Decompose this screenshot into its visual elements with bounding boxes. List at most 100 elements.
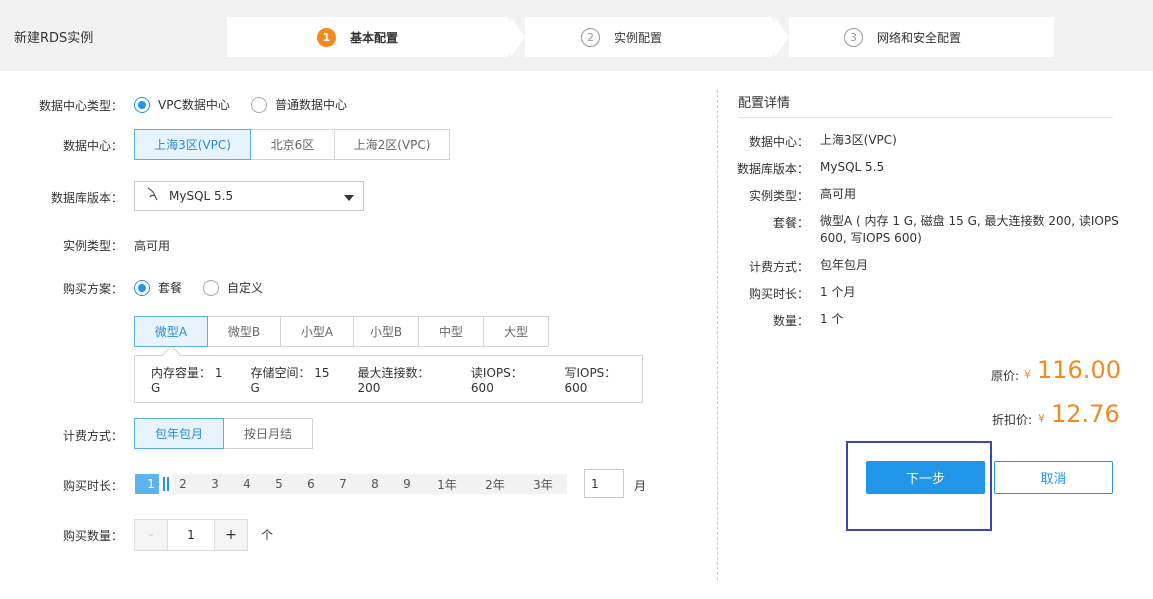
- decrement-button[interactable]: -: [134, 519, 168, 551]
- package-option[interactable]: 小型A: [280, 316, 354, 347]
- package-option[interactable]: 小型B: [353, 316, 419, 347]
- radio-circle: [134, 96, 150, 113]
- summary-key: 数量：: [772, 314, 809, 328]
- duration-tick[interactable]: 5: [263, 474, 295, 494]
- spec-storage: 存储空间： 15 G: [250, 365, 330, 395]
- slider-handle[interactable]: [159, 472, 173, 496]
- summary-divider: [738, 117, 1113, 118]
- summary-value: 1 个: [820, 312, 844, 326]
- increment-button[interactable]: +: [214, 519, 248, 551]
- chevron-down-icon: [344, 195, 354, 201]
- quantity-unit: 个: [261, 528, 274, 542]
- spec-write-iops: 写IOPS： 600: [564, 365, 617, 395]
- duration-unit: 月: [634, 479, 647, 493]
- summary-value: 1 个月: [820, 285, 856, 299]
- step-label: 基本配置: [350, 30, 399, 45]
- summary-key: 购买时长：: [748, 287, 809, 301]
- quantity-label: 购买数量：: [62, 529, 123, 543]
- step-number: 2: [581, 27, 600, 47]
- radio-circle: [134, 279, 150, 296]
- duration-tick[interactable]: 8: [359, 474, 391, 494]
- radio-circle: [251, 96, 267, 113]
- original-price-value: 116.00: [1037, 356, 1121, 384]
- page-title: 新建RDS实例: [14, 31, 94, 46]
- dc-option-shanghai2[interactable]: 上海2区(VPC): [334, 129, 450, 160]
- radio-label: 普通数据中心: [275, 98, 348, 112]
- summary-key: 数据库版本：: [737, 162, 810, 176]
- dc-option-shanghai3[interactable]: 上海3区(VPC): [134, 129, 251, 160]
- duration-tick[interactable]: 3年: [519, 474, 567, 494]
- db-version-select[interactable]: MySQL 5.5: [134, 181, 364, 211]
- db-version-value: MySQL 5.5: [169, 189, 234, 203]
- step-number: 3: [844, 27, 863, 47]
- discount-price-currency: ¥: [1038, 412, 1045, 425]
- instance-type-value: 高可用: [134, 239, 171, 253]
- next-step-button[interactable]: 下一步: [866, 461, 985, 494]
- db-version-label: 数据库版本：: [50, 191, 123, 205]
- dc-selector: 上海3区(VPC) 北京6区 上海2区(VPC): [134, 129, 450, 160]
- mysql-dolphin-icon: [145, 186, 161, 206]
- radio-package[interactable]: 套餐: [134, 279, 182, 296]
- duration-label: 购买时长：: [62, 479, 123, 493]
- package-selector: 微型A 微型B 小型A 小型B 中型 大型: [134, 316, 549, 347]
- package-option[interactable]: 中型: [418, 316, 484, 347]
- package-option[interactable]: 大型: [483, 316, 549, 347]
- instance-type-label: 实例类型：: [62, 239, 123, 253]
- duration-tick[interactable]: 6: [295, 474, 327, 494]
- step-indicator: 1 基本配置 2 实例配置 3 网络和安全配置: [227, 17, 1054, 57]
- header-bar: 新建RDS实例 1 基本配置 2 实例配置 3 网络和安全配置: [0, 0, 1153, 71]
- original-price-label: 原价:: [991, 369, 1020, 383]
- original-price-currency: ¥: [1024, 368, 1031, 381]
- duration-input[interactable]: 1: [584, 469, 624, 498]
- duration-tick[interactable]: 9: [391, 474, 423, 494]
- radio-label: VPC数据中心: [158, 98, 230, 112]
- radio-circle: [203, 279, 219, 296]
- duration-slider[interactable]: 1 2 3 4 5 6 7 8 9 1年 2年 3年: [135, 472, 567, 496]
- package-option[interactable]: 微型B: [207, 316, 281, 347]
- billing-selector: 包年包月 按日月结: [134, 418, 313, 449]
- duration-tick[interactable]: 2年: [471, 474, 519, 494]
- duration-tick[interactable]: 3: [199, 474, 231, 494]
- panel-divider: [717, 90, 718, 580]
- cancel-button[interactable]: 取消: [994, 461, 1113, 494]
- quantity-stepper: - 1 +: [134, 519, 248, 551]
- radio-normal-dc[interactable]: 普通数据中心: [251, 96, 347, 113]
- step-number: 1: [317, 27, 336, 47]
- summary-value: MySQL 5.5: [820, 160, 885, 174]
- summary-value: 包年包月: [820, 258, 869, 272]
- plan-label: 购买方案：: [62, 282, 123, 296]
- package-spec-box: 内存容量： 1 G 存储空间： 15 G 最大连接数： 200 读IOPS： 6…: [134, 355, 643, 403]
- summary-value: 高可用: [820, 187, 857, 201]
- radio-label: 自定义: [227, 281, 264, 295]
- radio-vpc-dc[interactable]: VPC数据中心: [134, 96, 230, 113]
- step-notch: [775, 17, 789, 57]
- summary-key: 套餐：: [772, 216, 809, 230]
- summary-title: 配置详情: [738, 96, 791, 111]
- billing-option-annual[interactable]: 包年包月: [134, 418, 224, 449]
- summary-value: 上海3区(VPC): [820, 133, 897, 147]
- radio-custom[interactable]: 自定义: [203, 279, 263, 296]
- billing-option-daily[interactable]: 按日月结: [223, 418, 313, 449]
- summary-key: 实例类型：: [748, 189, 809, 203]
- duration-tick[interactable]: 7: [327, 474, 359, 494]
- radio-label: 套餐: [158, 281, 183, 295]
- spec-read-iops: 读IOPS： 600: [470, 365, 523, 395]
- package-option[interactable]: 微型A: [134, 316, 208, 347]
- discount-price-label: 折扣价:: [992, 413, 1033, 427]
- quantity-input[interactable]: 1: [168, 519, 214, 551]
- billing-label: 计费方式：: [62, 429, 123, 443]
- discount-price-value: 12.76: [1051, 400, 1120, 428]
- step-instance-config[interactable]: 2 实例配置: [511, 17, 771, 57]
- dc-type-label: 数据中心类型：: [38, 99, 123, 113]
- duration-tick[interactable]: 4: [231, 474, 263, 494]
- step-network-security[interactable]: 3 网络和安全配置: [775, 17, 1054, 57]
- summary-key: 计费方式：: [748, 260, 809, 274]
- step-label: 实例配置: [614, 30, 663, 45]
- step-label: 网络和安全配置: [877, 30, 962, 45]
- step-basic-config[interactable]: 1 基本配置: [227, 17, 507, 57]
- spec-max-conn: 最大连接数： 200: [357, 365, 430, 395]
- summary-key: 数据中心：: [748, 135, 809, 149]
- duration-tick[interactable]: 1年: [423, 474, 471, 494]
- dc-option-beijing6[interactable]: 北京6区: [250, 129, 335, 160]
- step-notch: [511, 17, 525, 57]
